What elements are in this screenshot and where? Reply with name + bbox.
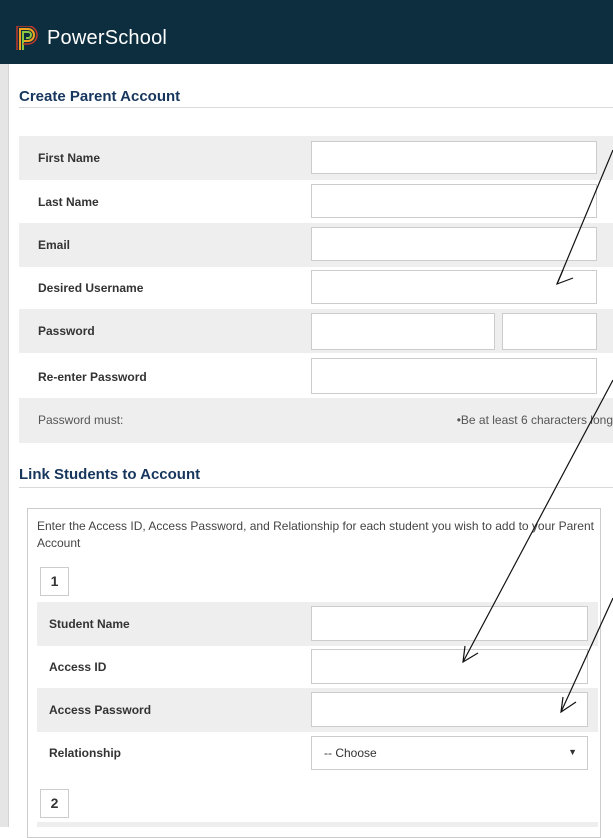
left-border-strip [0,64,9,827]
student-2-first-row [37,822,598,827]
section-divider [19,487,613,488]
link-students-title: Link Students to Account [19,466,201,483]
reenter-password-label: Re-enter Password [38,370,147,384]
access-password-label: Access Password [49,703,152,717]
student-2-number-badge: 2 [40,789,69,818]
access-id-label: Access ID [49,660,107,674]
student-name-input[interactable] [311,606,588,641]
app-brand-name: PowerSchool [47,27,168,49]
first-name-label: First Name [38,151,101,165]
app-header: PowerSchool [0,0,613,64]
password-input[interactable] [311,313,495,350]
desired-username-label: Desired Username [38,281,144,295]
relationship-select[interactable]: -- Choose ▼ [311,736,588,770]
student-1-number-badge: 1 [40,567,69,596]
section-divider [19,107,613,108]
link-students-instructions: Enter the Access ID, Access Password, an… [37,519,594,550]
password-label: Password [38,324,95,338]
access-id-input[interactable] [311,649,588,684]
relationship-selected-value: -- Choose [324,746,377,760]
powerschool-logo-icon [16,26,38,50]
last-name-label: Last Name [38,195,99,209]
chevron-down-icon: ▼ [568,747,577,757]
password-requirements-label: Password must: [38,413,124,427]
last-name-input[interactable] [311,184,597,218]
email-label: Email [38,238,71,252]
student-name-label: Student Name [49,617,130,631]
password-strength-box [502,313,597,350]
password-requirements-row: Password must: •Be at least 6 characters… [19,398,613,443]
first-name-input[interactable] [311,141,597,174]
create-account-title: Create Parent Account [19,88,181,105]
relationship-label: Relationship [49,746,122,760]
email-input[interactable] [311,227,597,261]
access-password-input[interactable] [311,692,588,727]
reenter-password-input[interactable] [311,358,597,394]
desired-username-input[interactable] [311,270,597,304]
password-requirement-item: •Be at least 6 characters long [456,413,613,427]
